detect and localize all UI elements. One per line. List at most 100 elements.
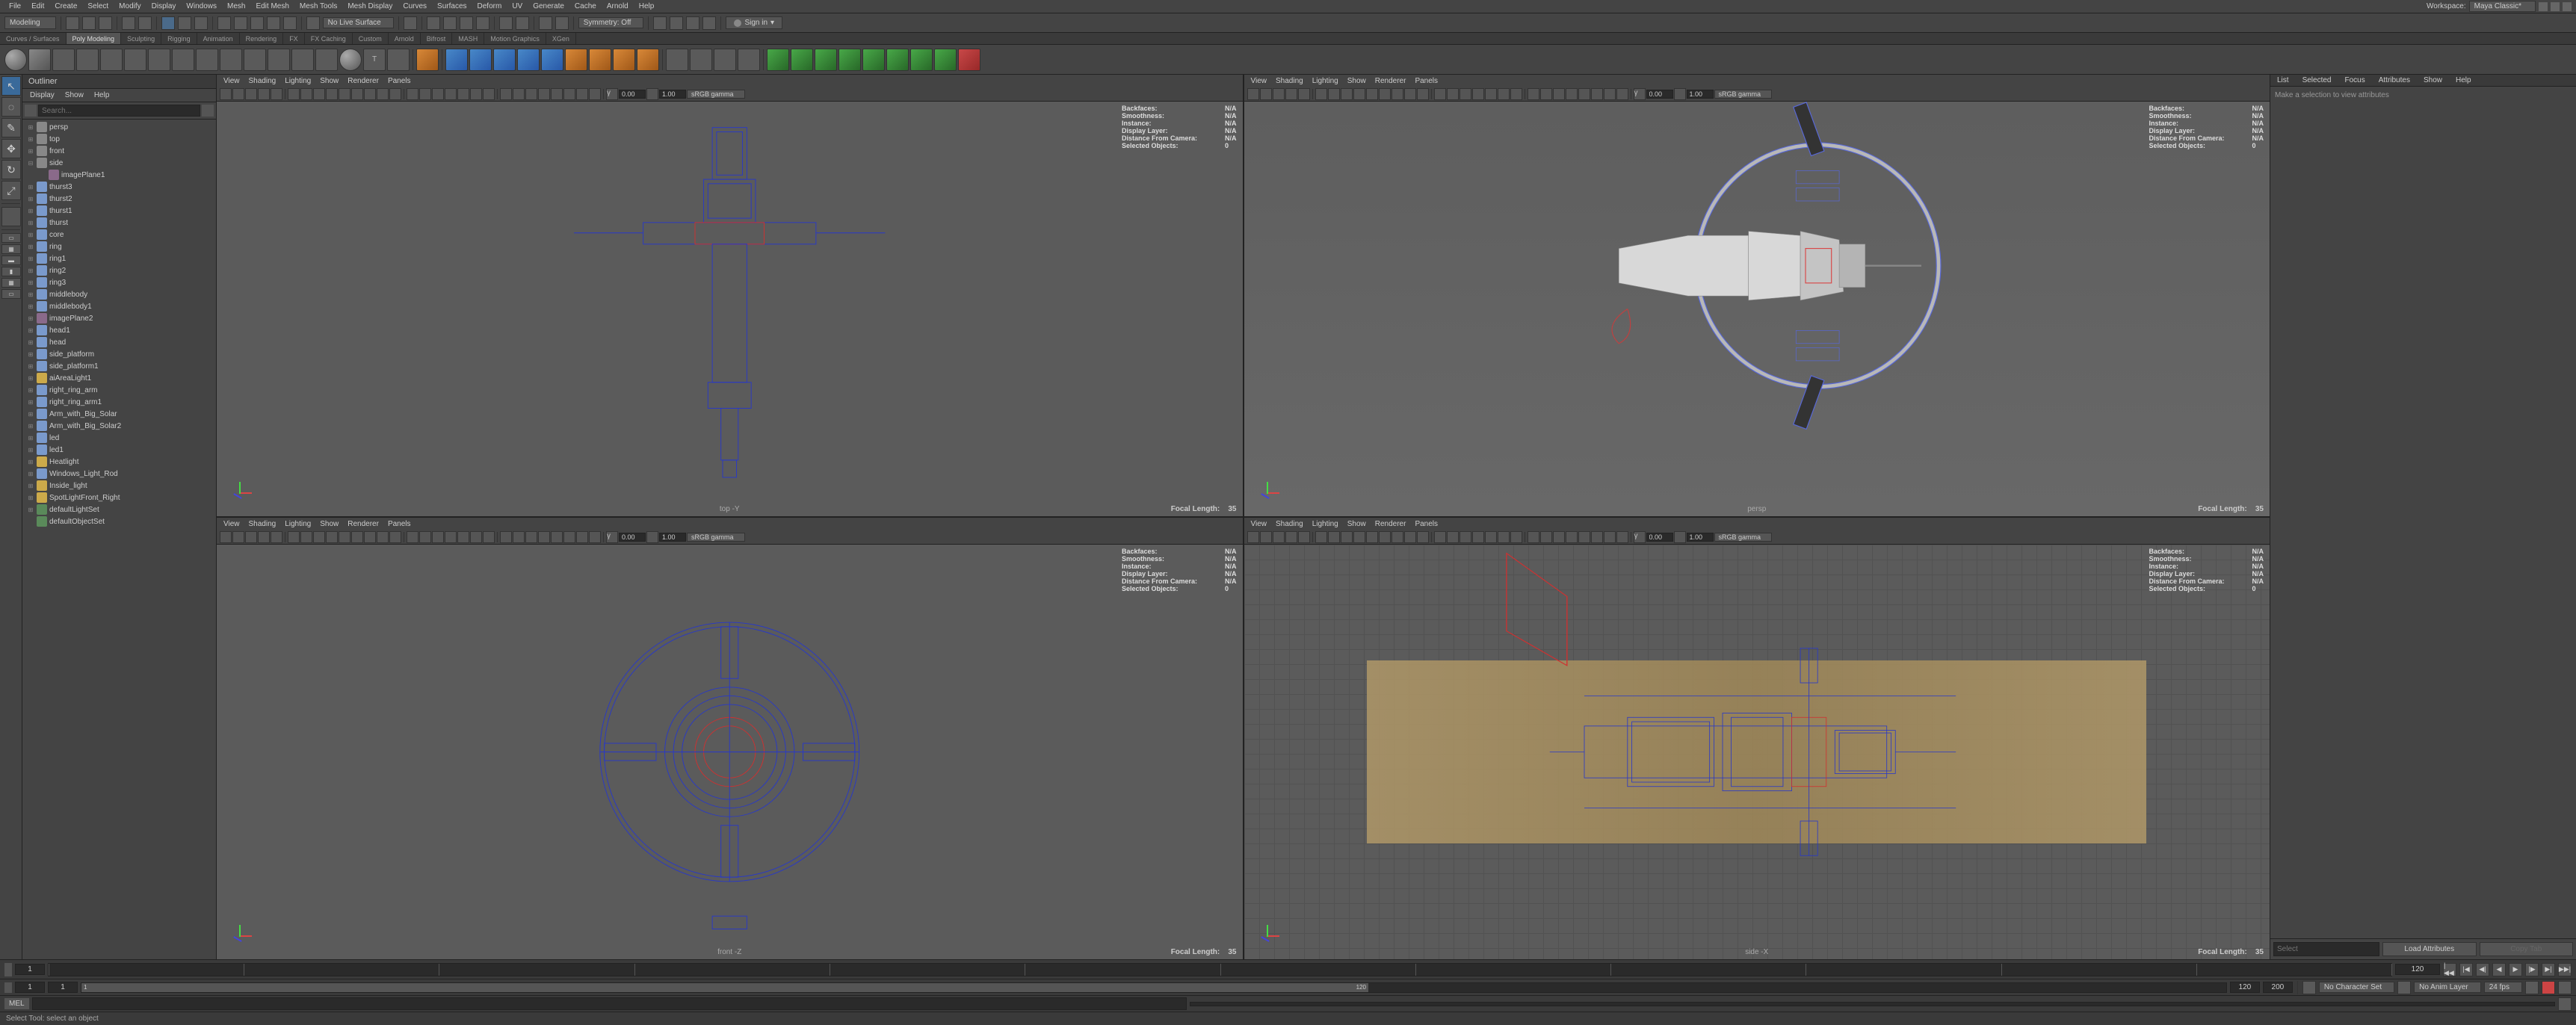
menu-set-selector[interactable]: Modeling [4,16,56,29]
save-scene-icon[interactable] [99,16,112,30]
playback-start-field[interactable] [48,982,78,993]
menu-windows[interactable]: Windows [182,1,221,11]
gamma-icon[interactable]: γ [606,531,618,543]
outliner-item-aiAreaLight1[interactable]: ⊞aiAreaLight1 [24,372,214,384]
outliner-item-head[interactable]: ⊞head [24,336,214,348]
2d-pan-icon[interactable] [288,88,300,100]
vp-menu-renderer[interactable]: Renderer [344,77,383,85]
exposure-field[interactable] [619,533,646,542]
safe-title-icon[interactable] [389,88,401,100]
wireframe-icon[interactable] [407,88,418,100]
vp-menu-panels[interactable]: Panels [1411,520,1442,528]
menu-generate[interactable]: Generate [528,1,569,11]
use-default-mat-icon[interactable] [432,88,444,100]
shelf-tab-bifrost[interactable]: Bifrost [421,33,453,44]
film-gate-icon[interactable] [326,531,338,543]
menu-create[interactable]: Create [50,1,81,11]
anim-prefs-icon[interactable] [2558,981,2572,994]
gamma-icon[interactable]: γ [1634,531,1646,543]
polyprism-icon[interactable] [220,49,242,71]
smooth-shade-icon[interactable] [419,88,431,100]
vp-menu-lighting[interactable]: Lighting [1309,520,1342,528]
search-icon[interactable] [25,105,37,117]
tree-toggle-icon[interactable]: ⊞ [27,375,34,382]
select-camera-icon[interactable] [1247,88,1259,100]
polyhelix-icon[interactable] [268,49,290,71]
tree-toggle-icon[interactable]: ⊟ [27,160,34,167]
vp-menu-view[interactable]: View [220,77,244,85]
field-chart-icon[interactable] [1392,531,1403,543]
playback-end-field[interactable] [2230,982,2260,993]
gamma-icon[interactable] [1616,531,1628,543]
tree-toggle-icon[interactable]: ⊞ [27,267,34,274]
tree-toggle-icon[interactable]: ⊞ [27,148,34,155]
set-key-icon[interactable] [2542,981,2555,994]
sidebar-toggle-icon-2[interactable] [2551,2,2560,11]
go-to-start-button[interactable]: |◀◀ [2443,963,2456,976]
menu-display[interactable]: Display [147,1,181,11]
isolate-icon[interactable] [1528,88,1539,100]
polysuperellipse-icon[interactable] [339,49,362,71]
shelf-tab-custom[interactable]: Custom [353,33,389,44]
copy-tab-button[interactable]: Copy Tab [2480,942,2574,956]
filter-icon[interactable] [202,105,214,117]
render-view-icon[interactable] [476,16,489,30]
xray-icon[interactable] [513,88,525,100]
use-default-mat-icon[interactable] [1460,88,1471,100]
slide-edge-icon[interactable] [886,49,909,71]
bookmarks-icon[interactable] [258,531,270,543]
xray-joints-icon[interactable] [1553,531,1565,543]
select-tool[interactable]: ↖ [1,76,21,96]
select-camera-icon[interactable] [220,531,232,543]
xray-icon[interactable] [513,531,525,543]
tree-toggle-icon[interactable]: ⊞ [27,363,34,370]
tree-toggle-icon[interactable]: ⊞ [27,315,34,322]
menu-select[interactable]: Select [83,1,113,11]
outliner-item-ring3[interactable]: ⊞ring3 [24,276,214,288]
viewport-canvas[interactable]: Backfaces:N/ASmoothness:N/AInstance:N/AD… [1244,102,2270,516]
xray-components-icon[interactable] [1566,531,1578,543]
viewport-canvas[interactable]: Backfaces:N/ASmoothness:N/AInstance:N/AD… [217,102,1243,516]
bookmarks-icon[interactable] [1285,531,1297,543]
2d-pan-icon[interactable] [1315,531,1327,543]
menu-help[interactable]: Help [634,1,659,11]
range-slider-track[interactable]: 1120 [81,982,2227,993]
film-gate-icon[interactable] [1353,88,1365,100]
gamma-field[interactable] [1687,533,1714,542]
motion-blur-icon[interactable] [1591,531,1603,543]
polysphere-icon[interactable] [4,49,27,71]
two-side-layout[interactable]: ▬ [1,256,21,265]
2d-pan-icon[interactable] [1315,88,1327,100]
select-camera-icon[interactable] [1247,531,1259,543]
tree-toggle-icon[interactable]: ⊞ [27,399,34,406]
expose-icon[interactable] [576,531,588,543]
outliner-item-side_platform[interactable]: ⊞side_platform [24,348,214,360]
svg-icon[interactable] [387,49,410,71]
polytorus-icon[interactable] [100,49,123,71]
camera-attrs-icon[interactable] [1273,88,1285,100]
image-plane-icon[interactable] [271,531,282,543]
gamma-icon[interactable] [589,531,601,543]
xray-joints-icon[interactable] [525,88,537,100]
vp-menu-show[interactable]: Show [1344,520,1370,528]
shelf-tab-motion-graphics[interactable]: Motion Graphics [484,33,546,44]
grid-icon[interactable] [313,531,325,543]
open-scene-icon[interactable] [82,16,96,30]
tree-toggle-icon[interactable]: ⊞ [27,124,34,131]
character-set-icon[interactable] [2302,981,2316,994]
vp-menu-show[interactable]: Show [1344,77,1370,85]
outliner-item-thurst2[interactable]: ⊞thurst2 [24,193,214,205]
film-gate-icon[interactable] [1353,531,1365,543]
tree-toggle-icon[interactable]: ⊞ [27,495,34,501]
cb-tab-selected[interactable]: Selected [2296,75,2338,86]
xray-joints-icon[interactable] [555,16,569,30]
auto-key-icon[interactable] [2525,981,2539,994]
gate-mask-icon[interactable] [1379,531,1391,543]
vp-menu-shading[interactable]: Shading [245,520,280,528]
outliner-item-ring[interactable]: ⊞ring [24,241,214,253]
multicut-icon[interactable] [666,49,688,71]
wireframe-on-shaded-icon[interactable] [445,88,457,100]
vp-menu-shading[interactable]: Shading [1272,520,1307,528]
polytype-icon[interactable]: T [363,49,386,71]
textured-icon[interactable] [457,531,469,543]
